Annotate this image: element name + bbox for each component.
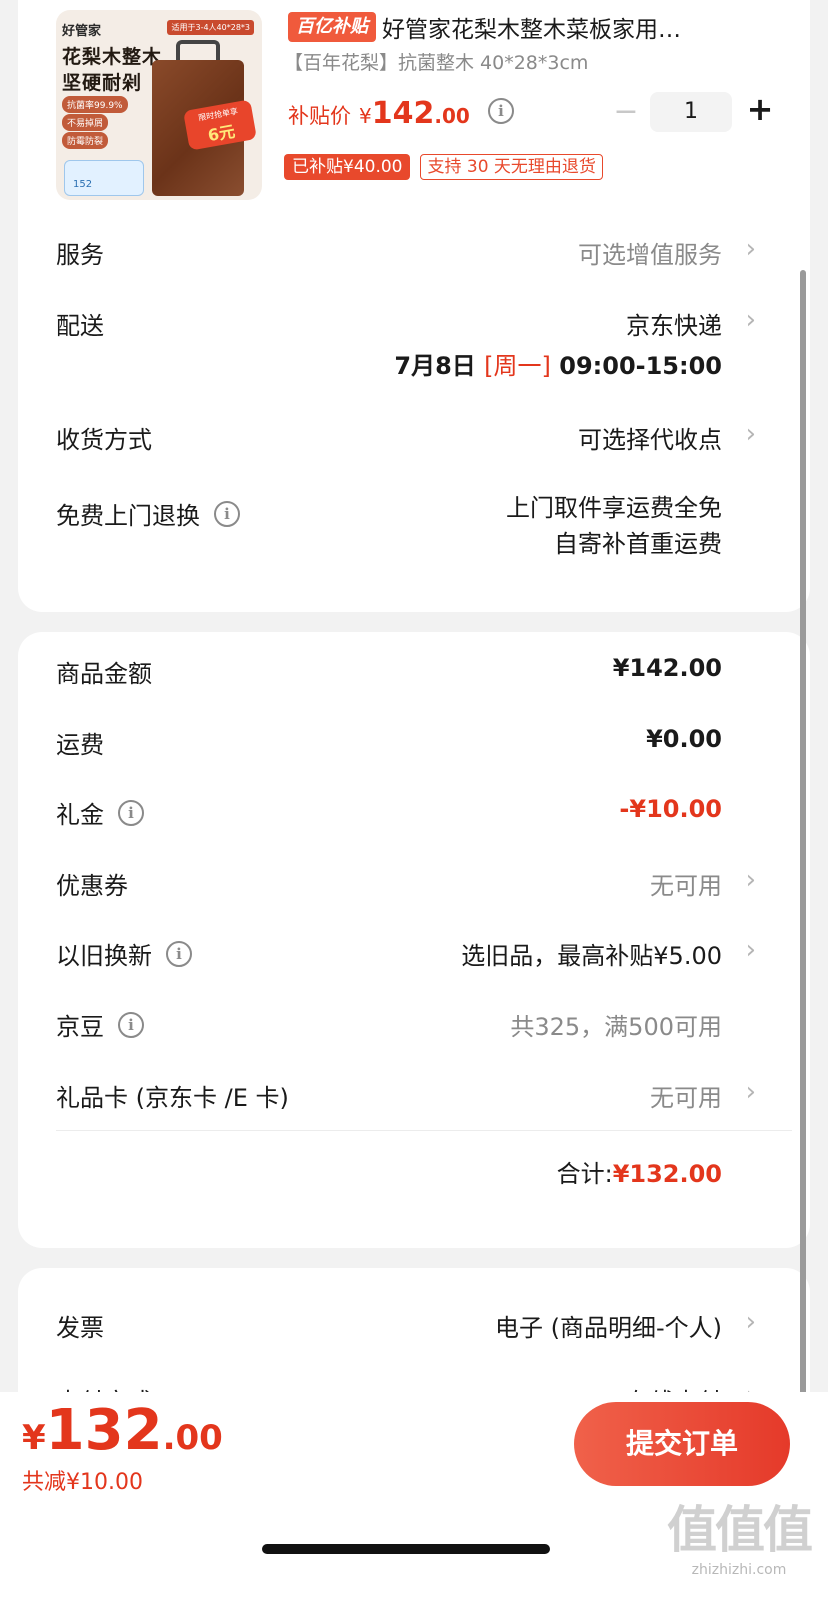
jingdou-label-text: 京豆 <box>56 1013 104 1041</box>
shipping-label: 运费 <box>56 731 104 759</box>
order-item-card: 好管家 适用于3-4人40*28*3 花梨木整木 坚硬耐剁 抗菌率99.9% 不… <box>18 0 810 612</box>
jingdou-label: 京豆 i <box>56 1007 144 1042</box>
gift-cash-label: 礼金 i <box>56 795 144 830</box>
info-circle-icon[interactable]: i <box>214 500 240 527</box>
product-image-brand: 好管家 <box>62 24 102 39</box>
product-badges: 已补贴¥40.00 支持 30 天无理由退货 <box>284 154 603 180</box>
product-image-tag: 不易掉屑 <box>62 114 109 131</box>
return-policy-badge: 支持 30 天无理由退货 <box>420 154 603 180</box>
gift-card-label: 礼品卡 (京东卡 /E 卡) <box>56 1084 289 1112</box>
jingdou-value: 共325，满500可用 <box>510 1013 722 1041</box>
product-spec[interactable]: 【百年花梨】抗菌整木 40*28*3cm <box>284 48 588 75</box>
goods-amount-label: 商品金额 <box>56 660 152 688</box>
gift-card-value[interactable]: 无可用 <box>650 1078 722 1113</box>
price-info-icon[interactable]: i <box>488 98 514 124</box>
chevron-right-icon[interactable]: › <box>746 234 756 264</box>
subsidy-logo: 百亿补贴 <box>288 12 376 42</box>
watermark: 值值值 zhizhizhi.com <box>664 1490 814 1578</box>
submit-order-button[interactable]: 提交订单 <box>574 1402 790 1486</box>
pay-amount: ¥ 132 .00 <box>22 1398 223 1463</box>
total-value: ¥132.00 <box>612 1160 722 1188</box>
subsidized-badge: 已补贴¥40.00 <box>284 154 411 180</box>
product-image-tag: 抗菌率99.9% <box>62 96 128 113</box>
free-return-label-text: 免费上门退换 <box>56 502 200 530</box>
product-title-row[interactable]: 百亿补贴 好管家花梨木整木菜板家用… <box>288 10 808 46</box>
pay-amount-decimal: .00 <box>162 1418 223 1458</box>
free-return-value: 上门取件享运费全免 自寄补首重运费 <box>506 490 722 562</box>
service-value[interactable]: 可选增值服务 <box>578 235 722 270</box>
pay-amount-symbol: ¥ <box>22 1418 46 1458</box>
price-symbol: ¥ <box>359 104 372 128</box>
delivery-timeslot: 09:00-15:00 <box>559 352 722 380</box>
chevron-right-icon[interactable]: › <box>746 865 756 895</box>
info-circle-icon[interactable]: i <box>118 799 144 826</box>
total-saved: 共减¥10.00 <box>22 1470 143 1495</box>
shipping-value: ¥0.00 <box>646 725 722 753</box>
trade-in-label: 以旧换新 i <box>56 936 192 971</box>
info-circle-icon[interactable]: i <box>118 1011 144 1038</box>
quantity-input[interactable]: 1 <box>650 92 732 132</box>
price-decimal: .00 <box>434 104 470 128</box>
coupon-value[interactable]: 无可用 <box>650 866 722 901</box>
chevron-right-icon[interactable]: › <box>746 935 756 965</box>
service-row-label: 服务 <box>56 241 104 269</box>
delivery-row-label: 配送 <box>56 312 104 340</box>
quantity-increase-button[interactable]: + <box>746 90 774 128</box>
product-title[interactable]: 好管家花梨木整木菜板家用… <box>382 10 681 44</box>
delivery-time[interactable]: 7月8日 [周一] 09:00-15:00 <box>394 346 722 381</box>
price-summary-card: 商品金额 ¥142.00 运费 ¥0.00 礼金 i -¥10.00 优惠券 无… <box>18 632 810 1248</box>
price-label: 补贴价 <box>288 104 351 128</box>
gift-cash-value: -¥10.00 <box>619 795 722 823</box>
watermark-logo: 值值值 <box>667 1501 813 1559</box>
goods-amount-value: ¥142.00 <box>612 654 722 682</box>
price-integer: 142 <box>371 96 435 131</box>
mini-card-graphic: 152 <box>64 160 144 196</box>
invoice-value[interactable]: 电子 (商品明细-个人) <box>495 1308 722 1343</box>
free-return-label: 免费上门退换 i <box>56 496 240 531</box>
chevron-right-icon[interactable]: › <box>746 1077 756 1107</box>
product-image-fit: 适用于3-4人40*28*3 <box>167 20 254 35</box>
chevron-right-icon[interactable]: › <box>746 1307 756 1337</box>
total-label: 合计: <box>556 1160 613 1188</box>
delivery-value[interactable]: 京东快递 <box>626 306 722 341</box>
trade-in-label-text: 以旧换新 <box>56 942 152 970</box>
info-circle-icon[interactable]: i <box>166 940 192 967</box>
delivery-weekday: [周一] <box>484 352 551 380</box>
free-return-line1: 上门取件享运费全免 <box>506 494 722 522</box>
product-image-headline: 坚硬耐剁 <box>62 72 143 94</box>
watermark-url: zhizhizhi.com <box>691 1562 787 1578</box>
product-price: 补贴价 ¥ 142 .00 <box>288 96 470 132</box>
product-image-headline: 花梨木整木 <box>62 46 163 68</box>
order-total: 合计:¥132.00 <box>557 1154 722 1189</box>
trade-in-value[interactable]: 选旧品，最高补贴¥5.00 <box>461 936 722 971</box>
home-indicator[interactable] <box>262 1544 550 1554</box>
product-image-tag: 防霉防裂 <box>62 132 109 149</box>
invoice-label: 发票 <box>56 1314 104 1342</box>
receive-method-label: 收货方式 <box>56 426 152 454</box>
gift-cash-label-text: 礼金 <box>56 801 104 829</box>
free-return-line2: 自寄补首重运费 <box>554 530 722 558</box>
delivery-date: 7月8日 <box>394 352 476 380</box>
quantity-decrease-button[interactable]: − <box>612 94 640 129</box>
pay-amount-integer: 132 <box>45 1398 163 1463</box>
product-image[interactable]: 好管家 适用于3-4人40*28*3 花梨木整木 坚硬耐剁 抗菌率99.9% 不… <box>56 10 262 200</box>
chevron-right-icon[interactable]: › <box>746 419 756 449</box>
receive-method-value[interactable]: 可选择代收点 <box>578 420 722 455</box>
chevron-right-icon[interactable]: › <box>746 305 756 335</box>
summary-divider <box>56 1130 792 1131</box>
coupon-label: 优惠券 <box>56 872 128 900</box>
